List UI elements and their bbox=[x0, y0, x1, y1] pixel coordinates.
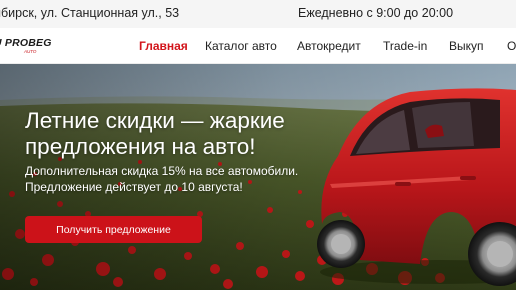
nav-item-trade-in[interactable]: Trade-in bbox=[383, 39, 427, 53]
address-text: ибирск, ул. Станционная ул., 53 bbox=[0, 6, 180, 20]
logo-wordmark: U PROBEG bbox=[0, 37, 52, 49]
top-info-bar: ибирск, ул. Станционная ул., 53 Ежедневн… bbox=[0, 0, 516, 28]
nav-item-home[interactable]: Главная bbox=[139, 39, 188, 53]
nav-item-about[interactable]: О bbox=[507, 39, 516, 53]
hero-banner: Летние скидки — жаркие предложения на ав… bbox=[0, 64, 516, 290]
nav-item-car-loan[interactable]: Автокредит bbox=[297, 39, 361, 53]
main-navigation: U PROBEG AUTO Главная Каталог авто Авток… bbox=[0, 28, 516, 64]
hero-title: Летние скидки — жаркие предложения на ав… bbox=[25, 108, 285, 159]
site-logo[interactable]: U PROBEG AUTO bbox=[0, 37, 52, 54]
nav-item-buyout[interactable]: Выкуп bbox=[449, 39, 484, 53]
nav-item-catalog[interactable]: Каталог авто bbox=[205, 39, 277, 53]
get-offer-button[interactable]: Получить предложение bbox=[25, 216, 202, 243]
working-hours-text: Ежедневно с 9:00 до 20:00 bbox=[298, 6, 454, 20]
hero-subtitle: Дополнительная скидка 15% на все автомоб… bbox=[25, 164, 299, 194]
logo-subtext: AUTO bbox=[24, 49, 37, 54]
